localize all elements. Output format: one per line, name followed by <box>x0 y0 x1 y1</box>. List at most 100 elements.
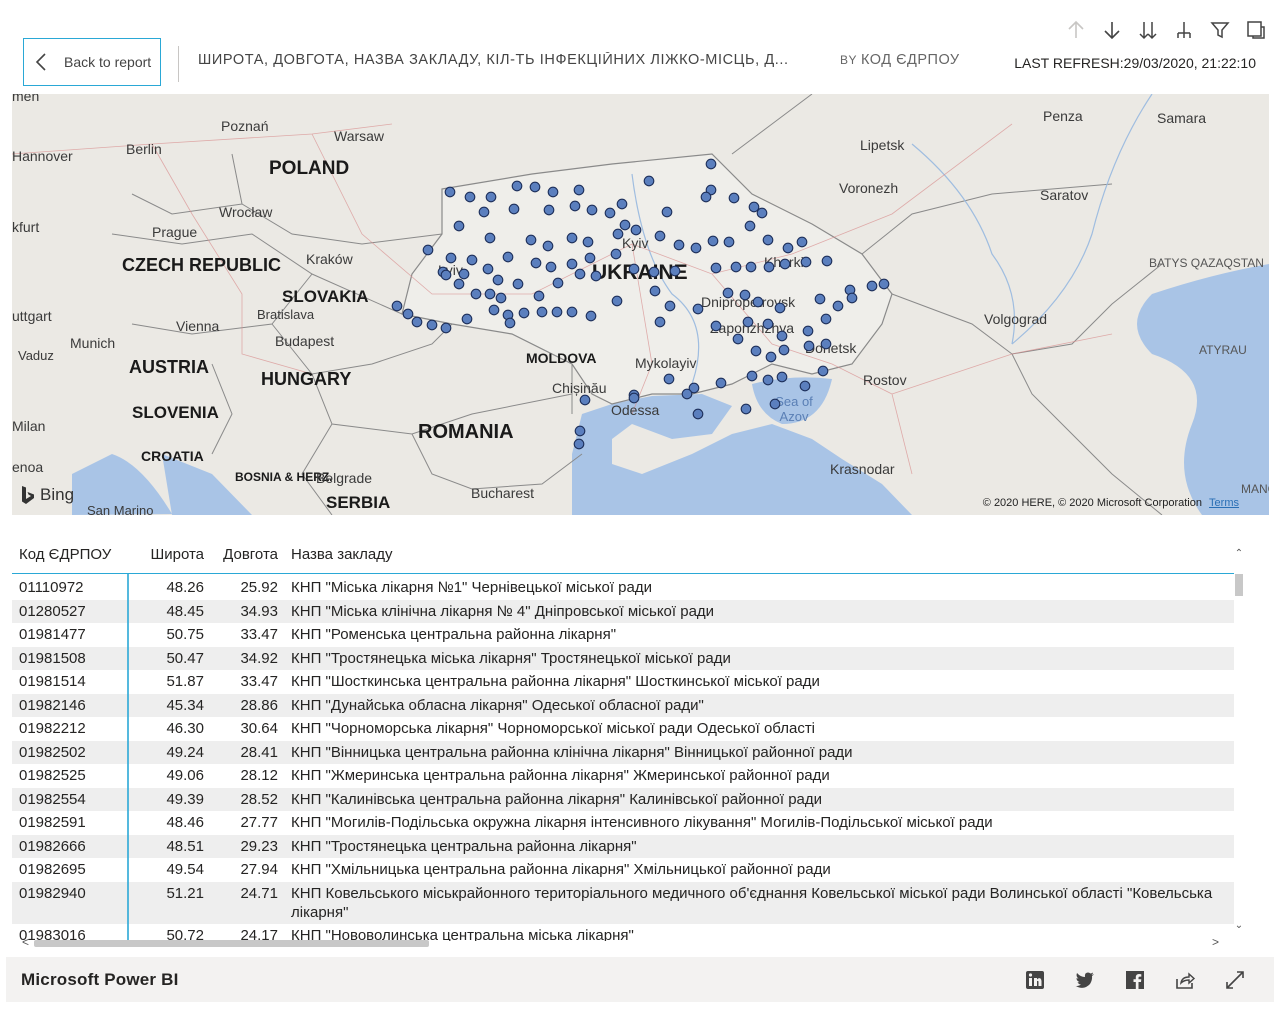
map-marker[interactable] <box>774 302 786 314</box>
map-marker[interactable] <box>723 236 735 248</box>
map-marker[interactable] <box>769 398 781 410</box>
map-marker[interactable] <box>566 258 578 270</box>
map-marker[interactable] <box>762 234 774 246</box>
scroll-up-icon[interactable]: ⌃ <box>1233 548 1245 560</box>
map-marker[interactable] <box>530 257 542 269</box>
map-marker[interactable] <box>654 316 666 328</box>
map-marker[interactable] <box>762 318 774 330</box>
fullscreen-icon[interactable] <box>1210 967 1260 993</box>
map-marker[interactable] <box>746 370 758 382</box>
map-marker[interactable] <box>590 270 602 282</box>
scroll-right-icon[interactable]: > <box>1212 935 1219 949</box>
map-marker[interactable] <box>453 278 465 290</box>
map-marker[interactable] <box>705 158 717 170</box>
map-marker[interactable] <box>654 230 666 242</box>
map-marker[interactable] <box>579 394 591 406</box>
column-header[interactable]: Назва закладу <box>278 546 1234 563</box>
column-header[interactable]: Широта <box>128 546 204 563</box>
map-marker[interactable] <box>803 340 815 352</box>
table-row[interactable]: 01982940 51.21 24.71 КНП Ковельського міськ… <box>12 881 1234 924</box>
map-marker[interactable] <box>742 316 754 328</box>
map-marker[interactable] <box>800 256 812 268</box>
map-marker[interactable] <box>739 289 751 301</box>
map-marker[interactable] <box>728 192 740 204</box>
share-icon[interactable] <box>1160 967 1210 993</box>
map-marker[interactable] <box>488 304 500 316</box>
map-marker[interactable] <box>799 380 811 392</box>
map-marker[interactable] <box>664 300 676 312</box>
map-marker[interactable] <box>756 207 768 219</box>
drill-down-icon[interactable] <box>1098 16 1126 44</box>
map-marker[interactable] <box>411 316 423 328</box>
table-row[interactable]: 01981514 51.87 33.47 КНП "Шосткинська центр… <box>12 670 1234 694</box>
table-row[interactable]: 01982525 49.06 28.12 КНП "Жмеринська центра… <box>12 764 1234 788</box>
map-marker[interactable] <box>796 236 808 248</box>
map-marker[interactable] <box>508 203 520 215</box>
table-row[interactable]: 01982554 49.39 28.52 КНП "Калинівська центр… <box>12 787 1234 811</box>
map-marker[interactable] <box>745 261 757 273</box>
map-marker[interactable] <box>776 371 788 383</box>
map-marker[interactable] <box>585 310 597 322</box>
map-marker[interactable] <box>814 293 826 305</box>
map-marker[interactable] <box>536 306 548 318</box>
map-marker[interactable] <box>512 278 524 290</box>
map-marker[interactable] <box>482 263 494 275</box>
map-marker[interactable] <box>547 186 559 198</box>
map-marker[interactable] <box>458 268 470 280</box>
map-marker[interactable] <box>762 374 774 386</box>
map-marker[interactable] <box>440 322 452 334</box>
map-marker[interactable] <box>391 300 403 312</box>
map-marker[interactable] <box>573 438 585 450</box>
map-marker[interactable] <box>663 373 675 385</box>
map-marker[interactable] <box>669 265 681 277</box>
vertical-scrollbar[interactable]: ⌃ ⌄ <box>1233 540 1245 932</box>
map-marker[interactable] <box>779 258 791 270</box>
map-marker[interactable] <box>495 292 507 304</box>
table-row[interactable]: 01280527 48.45 34.93 КНП "Міська клінічна л… <box>12 599 1234 623</box>
map-marker[interactable] <box>484 288 496 300</box>
terms-link[interactable]: Terms <box>1209 497 1239 509</box>
map-marker[interactable] <box>619 219 631 231</box>
map-marker[interactable] <box>866 280 878 292</box>
map-marker[interactable] <box>461 313 473 325</box>
map-visual[interactable]: POLAND CZECH REPUBLIC SLOVAKIA AUSTRIA H… <box>12 94 1269 515</box>
map-marker[interactable] <box>485 191 497 203</box>
column-header[interactable]: Код ЄДРПОУ <box>12 546 128 563</box>
map-marker[interactable] <box>543 204 555 216</box>
map-marker[interactable] <box>750 345 762 357</box>
map-marker[interactable] <box>692 303 704 315</box>
twitter-icon[interactable] <box>1060 967 1110 993</box>
map-marker[interactable] <box>648 266 660 278</box>
map-marker[interactable] <box>730 261 742 273</box>
map-marker[interactable] <box>478 206 490 218</box>
map-marker[interactable] <box>584 252 596 264</box>
map-marker[interactable] <box>402 308 414 320</box>
table-row[interactable]: 01981508 50.47 34.92 КНП "Тростянецька місь… <box>12 646 1234 670</box>
map-marker[interactable] <box>566 306 578 318</box>
map-marker[interactable] <box>504 317 516 329</box>
map-marker[interactable] <box>525 234 537 246</box>
table-row[interactable]: 01982212 46.30 30.64 КНП "Чорноморська ліка… <box>12 717 1234 741</box>
map-marker[interactable] <box>453 220 465 232</box>
expand-next-level-icon[interactable] <box>1134 16 1162 44</box>
filter-icon[interactable] <box>1206 16 1234 44</box>
map-marker[interactable] <box>464 191 476 203</box>
map-marker[interactable] <box>740 403 752 415</box>
map-marker[interactable] <box>681 388 693 400</box>
table-row[interactable]: 01982502 49.24 28.41 КНП "Вінницька централ… <box>12 740 1234 764</box>
map-marker[interactable] <box>492 274 504 286</box>
map-marker[interactable] <box>445 252 457 264</box>
map-marker[interactable] <box>649 285 661 297</box>
table-row[interactable]: 01982591 48.46 27.77 КНП "Могилів-Подільськ… <box>12 811 1234 835</box>
map-marker[interactable] <box>444 186 456 198</box>
column-header[interactable]: Довгота <box>204 546 278 563</box>
map-marker[interactable] <box>604 207 616 219</box>
map-marker[interactable] <box>643 175 655 187</box>
map-marker[interactable] <box>820 338 832 350</box>
map-marker[interactable] <box>776 330 788 342</box>
drill-up-icon[interactable] <box>1062 16 1090 44</box>
map-marker[interactable] <box>551 306 563 318</box>
facebook-icon[interactable] <box>1110 967 1160 993</box>
map-marker[interactable] <box>744 220 756 232</box>
map-marker[interactable] <box>630 224 642 236</box>
